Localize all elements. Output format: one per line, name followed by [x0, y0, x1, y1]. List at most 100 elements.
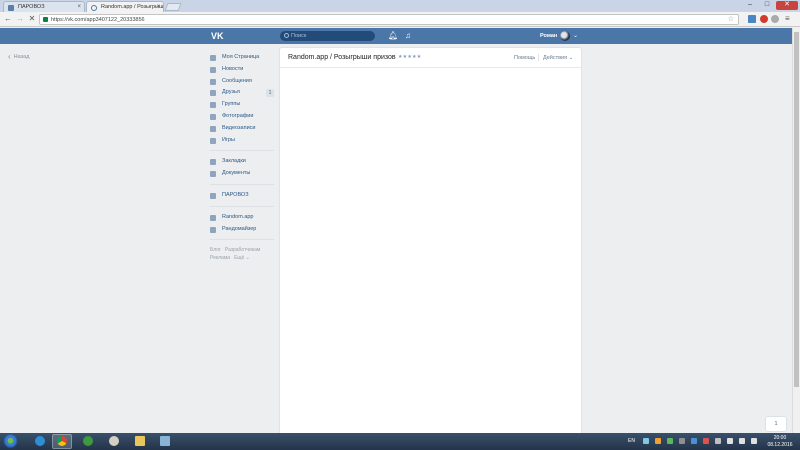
extension-icon[interactable] [760, 15, 768, 23]
news-icon [210, 66, 216, 73]
extension-icon[interactable] [748, 15, 756, 23]
avatar[interactable] [560, 31, 570, 41]
battery-icon[interactable] [751, 438, 757, 444]
menu-item-my-page[interactable]: Моя Страница [210, 52, 274, 64]
taskbar-chrome[interactable] [52, 434, 72, 449]
header-divider [538, 54, 539, 61]
friends-icon [210, 90, 216, 97]
games-icon [210, 137, 216, 144]
network-icon[interactable] [727, 438, 733, 444]
menu-item-label: Новости [222, 65, 244, 72]
menu-item-label: Моя Страница [222, 54, 260, 60]
vk-logo[interactable]: VK [211, 31, 224, 41]
tray-icon[interactable] [703, 438, 709, 444]
browser-toolbar: ← → ✕ https://vk.com/app3407122_20333856… [0, 12, 800, 27]
internet-explorer-icon [35, 436, 45, 446]
tray-icon[interactable] [679, 438, 685, 444]
tray-icon[interactable] [691, 438, 697, 444]
menu-divider [210, 150, 274, 152]
browser-menu-icon[interactable]: ≡ [785, 14, 790, 24]
app-rating-stars: ★★★★★ [398, 54, 422, 60]
app-actions-menu[interactable]: Действия ⌄ [543, 55, 573, 61]
minimize-button[interactable]: – [742, 1, 758, 10]
groups-icon [210, 102, 216, 109]
forward-arrow-icon[interactable]: → [15, 14, 25, 24]
taskbar-clock[interactable]: 20:00 08.12.2016 [765, 435, 795, 448]
window-icon [160, 436, 170, 446]
app-icon [210, 226, 216, 233]
menu-item-bookmarks[interactable]: Закладки [210, 156, 274, 168]
notifications-bell-icon[interactable]: 🔔︎ [388, 31, 398, 41]
app-icon [210, 214, 216, 221]
footer-link-ads[interactable]: Реклама [210, 255, 230, 261]
tray-icon[interactable] [643, 438, 649, 444]
menu-item-groups[interactable]: Группы [210, 99, 274, 111]
language-indicator[interactable]: EN [628, 438, 635, 444]
menu-item-photos[interactable]: Фотографии [210, 111, 274, 123]
video-icon [210, 125, 216, 132]
back-label: Назад [13, 54, 30, 60]
vk-favicon-icon [8, 5, 14, 11]
vk-header: VK 🔔︎ ♫ Роман ⌄ [0, 28, 792, 44]
volume-icon[interactable] [739, 438, 745, 444]
search-box[interactable] [280, 31, 375, 41]
menu-item-label: Друзья [222, 89, 240, 96]
close-window-button[interactable]: ✕ [776, 1, 798, 10]
chevron-down-icon[interactable]: ⌄ [573, 31, 578, 41]
new-tab-button[interactable] [164, 3, 182, 11]
menu-item-label: Видеозаписи [222, 124, 256, 131]
menu-item-messages[interactable]: Сообщения [210, 76, 274, 88]
tray-icon[interactable] [667, 438, 673, 444]
browser-tab-parovoz[interactable]: ПАРОВОЗ × [3, 1, 85, 12]
start-button[interactable] [3, 434, 18, 449]
back-arrow-icon[interactable]: ← [3, 14, 13, 24]
chat-counter-bubble[interactable]: 1 [766, 417, 786, 431]
menu-item-documents[interactable]: Документы [210, 168, 274, 180]
extension-icon[interactable] [771, 15, 779, 23]
back-link[interactable]: ‹ Назад [8, 52, 29, 61]
menu-item-friends[interactable]: Друзья 1 [210, 87, 274, 99]
group-icon [210, 192, 216, 199]
taskbar-media[interactable] [104, 434, 124, 449]
footer-link-more[interactable]: Ещё ⌄ [234, 255, 250, 261]
home-icon [210, 55, 216, 61]
search-icon [284, 33, 289, 38]
tray-icon[interactable] [715, 438, 721, 444]
scrollbar-thumb[interactable] [794, 32, 799, 387]
taskbar-app[interactable] [155, 434, 175, 449]
menu-item-games[interactable]: Игры [210, 135, 274, 147]
menu-item-randomizer[interactable]: Рандомайзер [210, 224, 274, 236]
menu-item-group-parovoz[interactable]: ПАРОВОЗ [210, 190, 274, 202]
menu-item-news[interactable]: Новости [210, 64, 274, 76]
footer-link-developers[interactable]: Разработчикам [225, 247, 261, 253]
stop-loading-icon[interactable]: ✕ [27, 14, 37, 24]
taskbar-explorer[interactable] [130, 434, 150, 449]
menu-divider [210, 205, 274, 207]
app-help-link[interactable]: Помощь [514, 55, 535, 61]
user-name[interactable]: Роман [540, 32, 557, 40]
taskbar-ie[interactable] [30, 434, 50, 449]
menu-item-video[interactable]: Видеозаписи [210, 123, 274, 135]
maximize-button[interactable]: □ [759, 1, 775, 10]
menu-item-label: Фотографии [222, 112, 254, 119]
bookmark-star-icon[interactable]: ☆ [728, 15, 734, 25]
documents-icon [210, 171, 216, 178]
tab-close-icon[interactable]: × [77, 2, 81, 12]
browser-tab-random-app[interactable]: Random.app / Розыгрыш × [86, 1, 164, 12]
app-header: Random.app / Розыгрыши призов ★★★★★ Помо… [280, 48, 581, 68]
tray-icon[interactable] [655, 438, 661, 444]
page-scrollbar[interactable] [792, 28, 800, 433]
footer-link-blog[interactable]: Блог [210, 247, 221, 253]
menu-item-label: Сообщения [222, 77, 252, 84]
tab-close-icon[interactable]: × [156, 2, 160, 12]
music-note-icon[interactable]: ♫ [405, 31, 413, 41]
taskbar-utorrent[interactable] [78, 434, 98, 449]
address-bar[interactable]: https://vk.com/app3407122_20333856 ☆ [39, 14, 739, 25]
browser-tab-strip: ПАРОВОЗ × Random.app / Розыгрыш × – □ ✕ [0, 0, 800, 12]
loading-spinner-icon [91, 5, 97, 11]
menu-item-random-app[interactable]: Random.app [210, 212, 274, 224]
friends-count-badge: 1 [266, 89, 274, 98]
clock-date: 08.12.2016 [767, 441, 793, 448]
search-input[interactable] [291, 31, 371, 41]
tab-label: Random.app / Розыгрыш [101, 4, 164, 10]
